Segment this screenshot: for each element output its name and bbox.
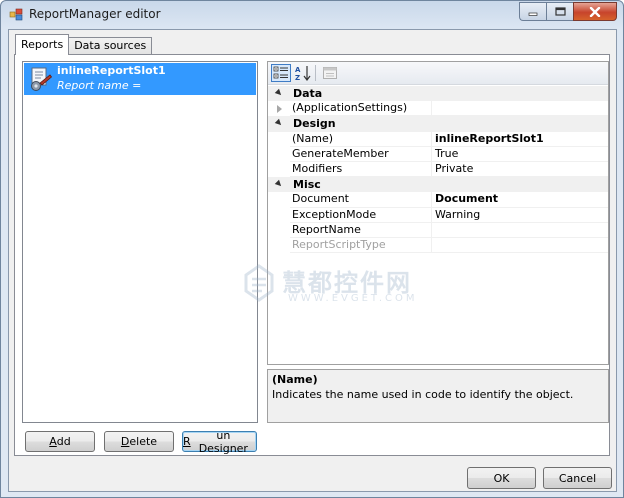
category-data-row[interactable]: Data [268,86,608,102]
alphabetical-button[interactable]: A Z [293,64,313,82]
row-margin [268,222,290,238]
collapse-arrow-icon[interactable] [274,119,284,128]
report-item-title: inlineReportSlot1 [57,64,166,77]
category-label: Data [290,86,608,102]
category-margin [268,116,290,132]
ok-button[interactable]: OK [467,467,536,489]
property-grid: A Z Data (ApplicationSettings) Design (N… [267,61,609,365]
row-margin [268,146,290,162]
property-row-document[interactable]: Document Document [268,192,608,208]
run-designer-accelerator: R [183,435,191,448]
property-grid-toolbar: A Z [268,62,608,85]
property-name: Document [290,192,432,208]
property-name: (ApplicationSettings) [290,101,432,117]
add-button[interactable]: Add [25,431,95,452]
category-misc-row[interactable]: Misc [268,177,608,193]
property-value[interactable]: True [432,147,608,162]
delete-button-label-post: elete [129,435,158,448]
report-manager-window: ReportManager editor Reports Data source… [0,0,624,498]
property-grid-rows: Data (ApplicationSettings) Design (Name) [268,86,608,254]
row-margin [268,161,290,178]
reports-tab-panel: inlineReportSlot1 Report name = Add Dele… [14,54,610,456]
run-designer-button[interactable]: Run Designer [182,428,257,455]
property-value[interactable]: inlineReportSlot1 [432,132,608,147]
watermark-logo-icon [244,264,274,302]
dialog-client-area: Reports Data sources inlineReportSlot1 R… [8,29,617,492]
property-value[interactable]: Private [432,162,608,178]
property-value[interactable] [432,223,608,238]
category-margin [268,86,290,102]
collapse-arrow-icon[interactable] [274,179,284,189]
property-row-report-script-type[interactable]: ReportScriptType [268,237,608,254]
watermark: 慧都控件网 WWW.EVGET.COM [242,263,422,313]
caption-buttons [519,2,617,21]
close-icon [589,6,601,17]
cancel-button[interactable]: Cancel [543,467,612,489]
help-description: Indicates the name used in code to ident… [272,388,574,401]
minimize-button[interactable] [519,2,546,21]
tab-strip: Reports Data sources [15,34,153,55]
property-value[interactable]: Warning [432,208,608,223]
row-margin [268,207,290,223]
property-row-generate-member[interactable]: GenerateMember True [268,146,608,162]
categorized-button[interactable] [271,64,291,82]
add-button-label-post: dd [56,435,71,448]
row-margin [268,192,290,208]
report-list[interactable]: inlineReportSlot1 Report name = [22,61,258,423]
cancel-button-label: Cancel [558,471,597,485]
categorized-icon [273,66,288,79]
row-margin [268,101,290,117]
row-margin [268,237,290,254]
minimize-icon [528,12,538,16]
window-title: ReportManager editor [29,7,161,21]
list-item[interactable]: inlineReportSlot1 Report name = [24,63,256,95]
collapse-arrow-icon[interactable] [274,88,284,98]
delete-button-accelerator: D [120,435,130,448]
tab-reports[interactable]: Reports [15,34,70,55]
property-name: Modifiers [290,161,432,178]
ok-button-label: OK [493,471,510,485]
property-row-exception-mode[interactable]: ExceptionMode Warning [268,207,608,223]
run-designer-label-post: un Designer [198,428,248,455]
title-bar[interactable]: ReportManager editor [1,1,623,28]
property-row-report-name[interactable]: ReportName [268,222,608,238]
property-value[interactable] [432,238,608,254]
alphabetical-sort-icon: A Z [295,66,311,81]
property-name: (Name) [290,131,432,147]
maximize-button[interactable] [546,2,573,21]
property-name: ReportScriptType [290,237,432,254]
help-title: (Name) [272,373,318,386]
delete-button[interactable]: Delete [104,431,174,452]
maximize-icon [554,7,566,16]
property-name: ReportName [290,222,432,238]
report-item-subtitle: Report name = [57,79,142,92]
property-value[interactable]: Document [432,192,608,208]
property-value[interactable] [432,101,608,117]
close-button[interactable] [573,2,617,21]
report-designer-icon [31,67,53,91]
property-row-application-settings[interactable]: (ApplicationSettings) [268,101,608,117]
row-margin [268,131,290,147]
app-icon [9,8,23,21]
category-design-row[interactable]: Design [268,116,608,132]
expand-arrow-icon[interactable] [277,105,282,114]
property-help-panel: (Name) Indicates the name used in code t… [267,369,609,423]
property-name: GenerateMember [290,146,432,162]
toolbar-separator [315,65,316,81]
tab-reports-label: Reports [21,38,64,51]
watermark-url: WWW.EVGET.COM [288,293,418,304]
property-pages-button [320,64,340,82]
category-label: Design [290,116,608,132]
svg-text:A: A [295,66,301,74]
category-label: Misc [290,177,608,193]
property-row-name[interactable]: (Name) inlineReportSlot1 [268,131,608,147]
tab-data-sources-label: Data sources [74,39,147,52]
property-pages-icon [323,67,337,79]
category-margin [268,177,290,193]
property-row-modifiers[interactable]: Modifiers Private [268,161,608,178]
add-button-accelerator: A [49,435,57,448]
property-name: ExceptionMode [290,207,432,223]
svg-text:Z: Z [295,74,300,81]
tab-data-sources[interactable]: Data sources [68,37,153,55]
